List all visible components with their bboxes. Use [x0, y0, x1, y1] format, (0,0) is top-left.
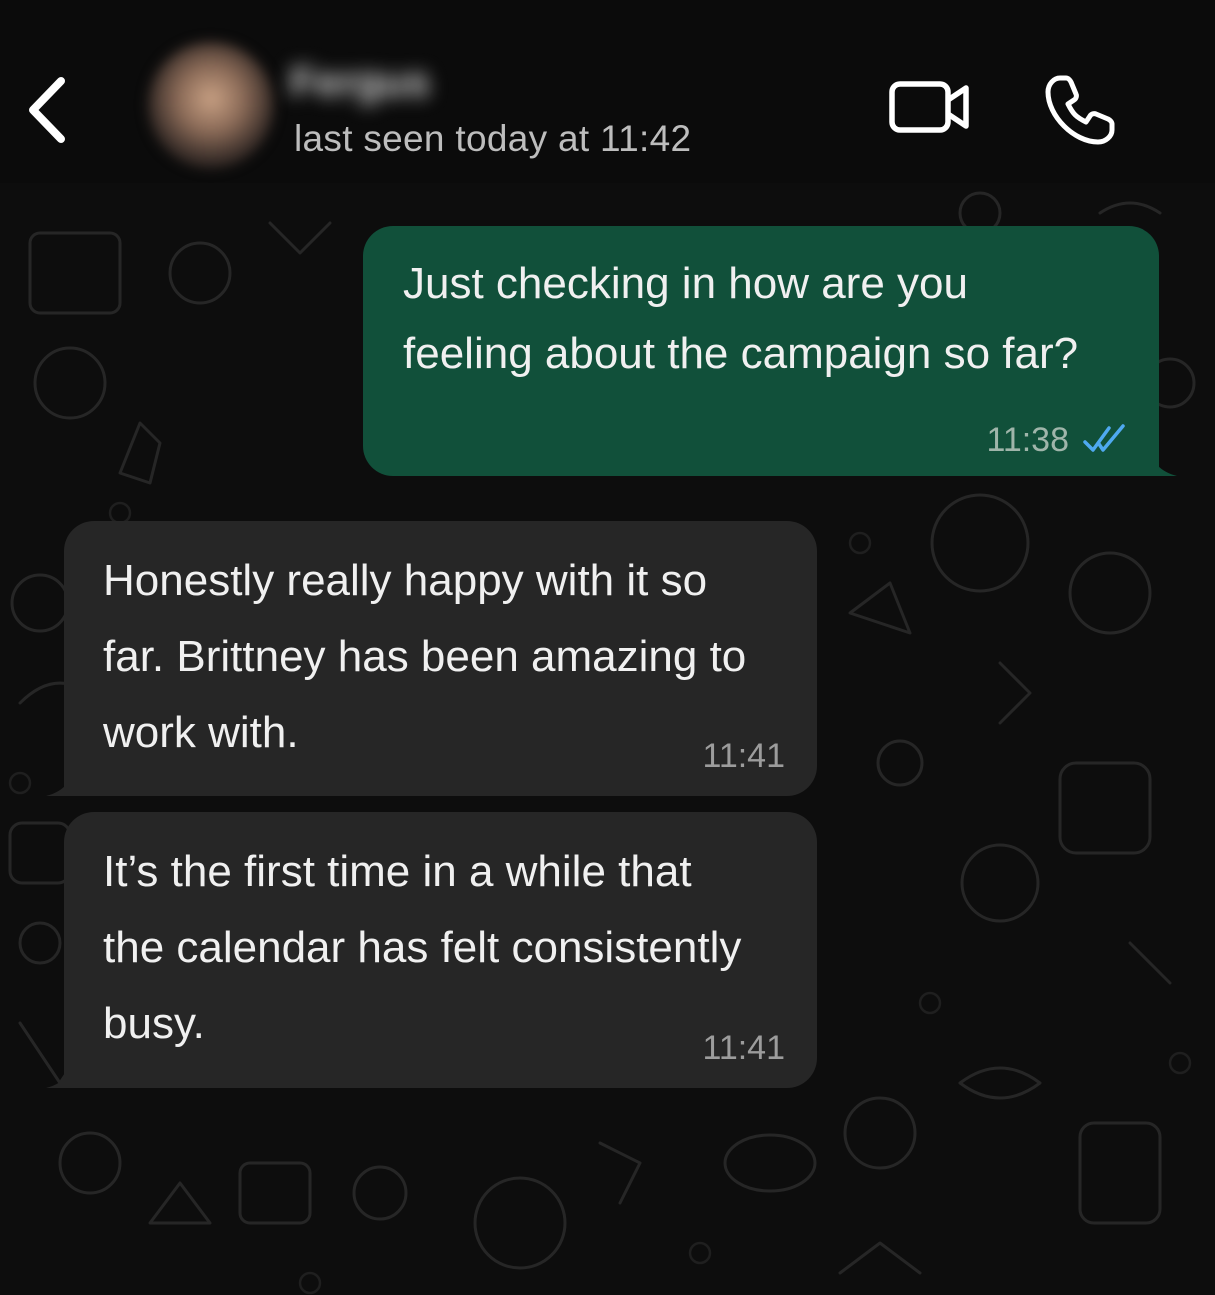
bubble-tail [46, 766, 76, 796]
message-time: 11:41 [702, 737, 785, 775]
message-text: It’s the first time in a while that the … [103, 847, 742, 1048]
video-camera-icon [889, 81, 969, 133]
video-call-button[interactable] [886, 72, 976, 142]
bubble-tail [46, 1058, 76, 1088]
contact-name[interactable]: Fergus [290, 58, 430, 108]
voice-call-button[interactable] [1040, 70, 1120, 150]
message-bubble-incoming[interactable]: It’s the first time in a while that the … [46, 812, 817, 1088]
chat-screen: Fergus last seen today at 11:42 Just che… [0, 0, 1215, 1295]
chevron-left-icon [29, 77, 65, 143]
message-text: Honestly really happy with it so far. Br… [103, 556, 747, 757]
phone-icon [1045, 75, 1115, 145]
double-check-read-icon [1083, 424, 1125, 452]
avatar[interactable] [148, 42, 274, 168]
message-bubble-outgoing[interactable]: Just checking in how are you feeling abo… [363, 226, 1177, 476]
message-bubble-incoming[interactable]: Honestly really happy with it so far. Br… [46, 521, 817, 796]
last-seen-status: last seen today at 11:42 [294, 118, 692, 159]
chat-header: Fergus last seen today at 11:42 [0, 0, 1215, 183]
bubble-tail [1147, 446, 1177, 476]
message-time: 11:41 [702, 1029, 785, 1067]
message-text: Just checking in how are you feeling abo… [403, 259, 1079, 378]
back-button[interactable] [22, 70, 72, 150]
message-time: 11:38 [986, 421, 1069, 459]
